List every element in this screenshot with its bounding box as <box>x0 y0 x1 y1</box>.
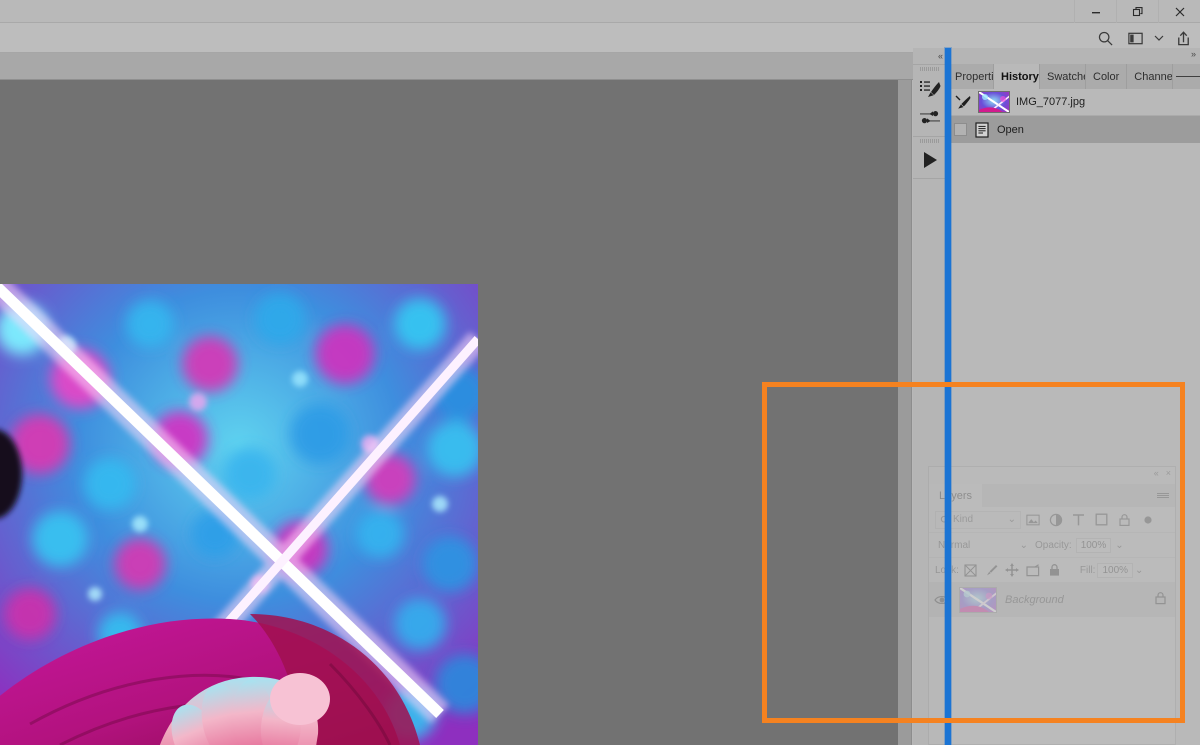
search-icon <box>1098 31 1113 46</box>
history-snapshot-label: IMG_7077.jpg <box>1016 96 1086 108</box>
panel-expand-button[interactable]: » <box>1191 49 1196 59</box>
dock-item-brushes[interactable] <box>913 73 947 103</box>
document-thumbnail <box>979 92 1009 112</box>
close-icon <box>1175 7 1184 16</box>
minimize-button[interactable] <box>1074 0 1116 23</box>
actions-icon <box>924 152 937 168</box>
snapshot-brush-icon <box>954 95 972 109</box>
share-icon <box>1177 30 1189 45</box>
history-source-checkbox[interactable] <box>954 123 967 136</box>
restore-icon <box>1132 6 1143 16</box>
tab-properties[interactable]: Properti <box>948 64 994 89</box>
minimize-icon <box>1091 11 1100 13</box>
panel-menu-icon[interactable] <box>1176 64 1200 89</box>
neon-photo-canvas <box>0 284 478 745</box>
title-bar <box>0 0 1200 23</box>
panel-group-topbar: » <box>948 48 1200 64</box>
panel-drop-zone-highlight <box>762 382 1185 723</box>
tab-history[interactable]: History <box>994 64 1040 89</box>
dock-drag-handle-2[interactable] <box>913 137 946 145</box>
restore-button[interactable] <box>1116 0 1158 23</box>
window-controls <box>1074 0 1200 23</box>
chevron-down-icon <box>1154 35 1164 41</box>
panel-tab-row: Properti History Swatche Color Channels <box>948 64 1200 89</box>
workspace-icon <box>1127 32 1143 44</box>
snapshot-thumbnail <box>978 91 1010 113</box>
tab-swatches[interactable]: Swatche <box>1040 64 1086 89</box>
application-window: « » Properti History Swatche Color Chann… <box>0 0 1200 745</box>
dock-collapse-button[interactable]: « <box>913 48 946 65</box>
dock-drag-handle[interactable] <box>913 65 946 73</box>
brushes-icon <box>920 81 941 97</box>
dock-group-actions <box>913 137 946 179</box>
history-snapshot-row[interactable]: IMG_7077.jpg <box>948 89 1200 116</box>
history-state-row[interactable]: Open <box>948 116 1200 143</box>
dock-group-brushes <box>913 65 946 137</box>
tab-color[interactable]: Color <box>1086 64 1128 89</box>
close-button[interactable] <box>1158 0 1200 23</box>
tab-channels[interactable]: Channels <box>1127 64 1174 89</box>
brush-settings-icon <box>920 111 940 124</box>
dock-item-brush-settings[interactable] <box>913 103 947 133</box>
document-canvas-image[interactable] <box>0 284 478 745</box>
history-state-label: Open <box>997 123 1024 136</box>
open-document-icon <box>973 121 991 138</box>
dock-item-actions[interactable] <box>913 145 947 175</box>
